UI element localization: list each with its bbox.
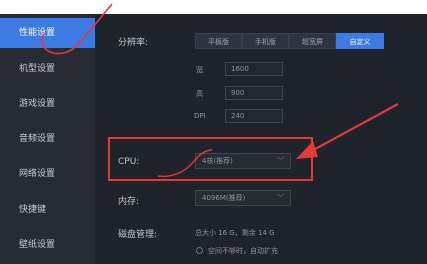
annotation-stroke-cpu <box>157 149 213 178</box>
annotation-arrow-head <box>296 141 318 159</box>
annotation-stroke-sidebar <box>41 3 113 55</box>
annotation-arrow-line <box>305 103 399 155</box>
annotation-strokes <box>41 3 399 178</box>
